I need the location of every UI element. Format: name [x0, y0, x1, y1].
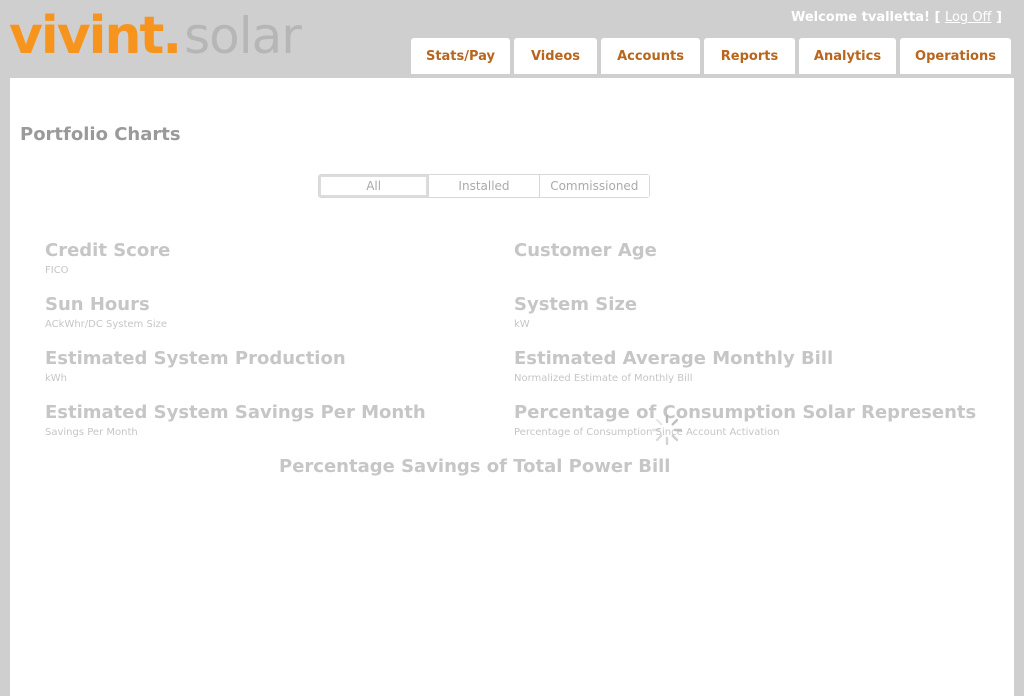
tab-operations[interactable]: Operations [900, 38, 1011, 74]
chart-credit-score: Credit Score FICO [45, 240, 170, 276]
chart-subtitle: Percentage of Consumption Since Account … [514, 427, 780, 438]
vivint-solar-logo[interactable]: vivint.solar [9, 6, 302, 66]
chart-subtitle: kW [514, 319, 530, 330]
chart-subtitle: FICO [45, 265, 69, 276]
chart-estimated-system-savings: Estimated System Savings Per Month Savin… [45, 402, 426, 438]
chart-title: Percentage of Consumption Solar Represen… [514, 402, 977, 423]
bracket-close: ] [996, 10, 1002, 25]
welcome-area: Welcome tvalletta! [ Log Off ] [791, 10, 1002, 25]
chart-percentage-savings-total-bill: Percentage Savings of Total Power Bill [279, 456, 670, 477]
chart-subtitle: Savings Per Month [45, 427, 138, 438]
logoff-link[interactable]: Log Off [945, 10, 992, 25]
chart-title: Estimated System Production [45, 348, 346, 369]
chart-title: System Size [514, 294, 638, 315]
chart-customer-age: Customer Age [514, 240, 657, 261]
filter-installed[interactable]: Installed [429, 175, 540, 197]
filter-all[interactable]: All [319, 175, 430, 197]
tab-analytics[interactable]: Analytics [799, 38, 896, 74]
chart-subtitle: ACkWhr/DC System Size [45, 319, 168, 330]
chart-estimated-average-monthly-bill: Estimated Average Monthly Bill Normalize… [514, 348, 833, 384]
welcome-text: Welcome tvalletta! [790, 10, 930, 25]
chart-percentage-consumption-solar: Percentage of Consumption Solar Represen… [514, 402, 976, 438]
chart-title: Percentage Savings of Total Power Bill [279, 456, 671, 477]
page-title: Portfolio Charts [20, 124, 181, 145]
chart-subtitle: kWh [45, 373, 68, 384]
chart-title: Estimated System Savings Per Month [45, 402, 426, 423]
tab-videos[interactable]: Videos [514, 38, 597, 74]
logo-brand: vivint. [9, 6, 182, 66]
logo-product: solar [184, 7, 302, 65]
chart-system-size: System Size kW [514, 294, 637, 330]
header: vivint.solar Welcome tvalletta! [ Log Of… [0, 0, 1024, 78]
tab-reports[interactable]: Reports [704, 38, 795, 74]
main-content: Portfolio Charts All Installed Commissio… [10, 78, 1014, 696]
chart-estimated-system-production: Estimated System Production kWh [45, 348, 346, 384]
chart-title: Customer Age [514, 240, 657, 261]
tab-stats-pay[interactable]: Stats/Pay [411, 38, 510, 74]
main-nav-tabs: Stats/Pay Videos Accounts Reports Analyt… [411, 38, 1011, 74]
bracket-open: [ [934, 10, 941, 25]
chart-title: Credit Score [45, 240, 171, 261]
chart-title: Estimated Average Monthly Bill [514, 348, 834, 369]
chart-title: Sun Hours [45, 294, 150, 315]
tab-accounts[interactable]: Accounts [601, 38, 700, 74]
loading-spinner-icon [651, 414, 683, 446]
status-filter-segmented-control: All Installed Commissioned [318, 174, 650, 198]
chart-sun-hours: Sun Hours ACkWhr/DC System Size [45, 294, 167, 330]
chart-subtitle: Normalized Estimate of Monthly Bill [514, 373, 693, 384]
filter-commissioned[interactable]: Commissioned [539, 175, 649, 197]
